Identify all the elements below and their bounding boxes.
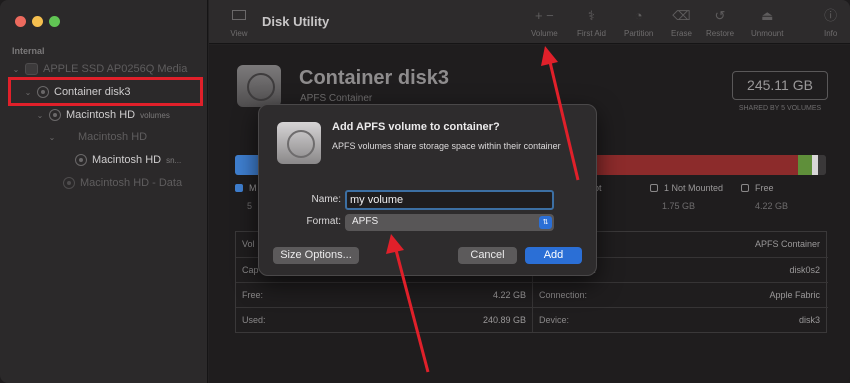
info-label: Used: (242, 315, 266, 325)
legend-value: 5 (247, 201, 253, 211)
sidebar-item-label: Macintosh HD (92, 154, 162, 166)
sidebar-item-macintosh-hd-data[interactable]: Macintosh HD - Data (60, 173, 182, 193)
container-subtitle: APFS Container (300, 93, 373, 104)
toolbar-label: First Aid (577, 29, 606, 38)
erase-button[interactable]: ⌫ Erase (671, 8, 692, 38)
sidebar-item-label: Macintosh HD (78, 131, 148, 143)
name-label: Name: (311, 194, 341, 205)
legend-swatch (741, 184, 749, 192)
info-label: Device: (539, 315, 570, 325)
add-button[interactable]: Add (525, 247, 582, 264)
legend-item: Free (741, 183, 774, 193)
disk-utility-window: Internal ⌄ APPLE SSD AP0256Q Media ⌄ Con… (0, 0, 850, 383)
toolbar-label: Restore (706, 29, 735, 38)
toolbar-label: Info (824, 29, 838, 38)
sidebar-item-label: Macintosh HD - Data (80, 177, 183, 189)
legend-item: M (235, 183, 257, 193)
sidebar-section-internal: Internal (12, 46, 45, 56)
sidebar-item-macintosh-hd-snapshot[interactable]: Macintosh HD sn... (72, 150, 181, 170)
unmount-button[interactable]: ⏏ Unmount (751, 8, 783, 38)
info-label: Cap (242, 265, 259, 275)
info-label: Connection: (539, 290, 588, 300)
toolbar: View Disk Utility + − Volume ⚕ First Aid… (209, 0, 850, 44)
legend-swatch (235, 184, 243, 192)
legend-label: M (249, 183, 257, 193)
sidebar-item-macintosh-hd-volumes[interactable]: ⌄ Macintosh HD volumes (34, 105, 170, 125)
info-icon: ⓘ (824, 8, 838, 23)
view-label: View (230, 29, 248, 38)
legend-label: Free (755, 183, 774, 193)
first-aid-button[interactable]: ⚕ First Aid (577, 8, 606, 38)
bar-segment-free (818, 155, 826, 175)
chevron-down-icon[interactable]: ⌄ (46, 133, 58, 142)
toolbar-label: Unmount (751, 29, 784, 38)
internal-drive-icon (25, 63, 38, 75)
sidebar-item-sub: sn... (166, 155, 182, 165)
container-title: Container disk3 (299, 67, 450, 89)
restore-icon: ↺ (714, 8, 726, 23)
restore-button[interactable]: ↺ Restore (706, 8, 734, 38)
info-value: disk3 (798, 315, 820, 325)
legend-swatch (650, 184, 658, 192)
close-window-button[interactable] (15, 16, 26, 27)
minimize-window-button[interactable] (32, 16, 43, 27)
info-value: disk0s2 (789, 265, 820, 275)
legend-label: 1 Not Mounted (664, 183, 724, 193)
volume-group-icon (49, 109, 61, 121)
toolbar-label: Volume (531, 29, 558, 38)
table-row: Used: 240.89 GB Device: disk3 (236, 307, 828, 332)
pie-icon: ◔ (634, 8, 643, 23)
container-disk-icon (237, 65, 281, 107)
partition-button[interactable]: ◔ Partition (624, 8, 653, 38)
chevron-updown-icon: ⇅ (539, 216, 552, 229)
capacity-caption: SHARED BY 5 VOLUMES (738, 105, 822, 112)
toolbar-label: Erase (671, 29, 692, 38)
eject-icon: ⏏ (761, 8, 774, 23)
format-select[interactable]: APFS ⇅ (345, 214, 554, 231)
erase-icon: ⌫ (672, 8, 691, 23)
disk-icon (277, 122, 321, 164)
plus-minus-icon: + − (534, 8, 554, 23)
chevron-down-icon[interactable]: ⌄ (34, 111, 46, 120)
window-title: Disk Utility (262, 14, 330, 29)
info-value: 240.89 GB (482, 315, 526, 325)
info-value: 4.22 GB (492, 290, 526, 300)
sidebar-item-label: APPLE SSD AP0256Q Media (43, 63, 188, 75)
info-label: Vol (242, 239, 255, 249)
format-label: Format: (306, 216, 341, 227)
cancel-button[interactable]: Cancel (458, 247, 517, 264)
dialog-message: APFS volumes share storage space within … (332, 141, 561, 151)
toolbar-label: Partition (624, 29, 654, 38)
zoom-window-button[interactable] (49, 16, 60, 27)
legend-value: 4.22 GB (755, 201, 789, 211)
table-row: Free: 4.22 GB Connection: Apple Fabric (236, 282, 828, 307)
volume-icon (63, 177, 75, 189)
size-options-button[interactable]: Size Options... (273, 247, 359, 264)
dialog-title: Add APFS volume to container? (332, 121, 500, 133)
legend-item: 1 Not Mounted (650, 183, 723, 193)
format-value: APFS (352, 216, 379, 227)
sidebar: Internal ⌄ APPLE SSD AP0256Q Media ⌄ Con… (0, 0, 208, 383)
add-volume-dialog: Add APFS volume to container? APFS volum… (258, 104, 597, 276)
volume-button[interactable]: + − Volume (531, 8, 558, 38)
sidebar-item-macintosh-hd[interactable]: ⌄ Macintosh HD (46, 127, 147, 147)
volume-name-field[interactable] (345, 190, 554, 210)
bar-segment-other (798, 155, 812, 175)
info-label: Free: (242, 290, 264, 300)
stethoscope-icon: ⚕ (587, 8, 595, 23)
view-button[interactable]: View (225, 10, 253, 38)
info-value: Apple Fabric (769, 290, 820, 300)
chevron-down-icon[interactable]: ⌄ (10, 65, 22, 74)
volume-icon (75, 154, 87, 166)
annotation-highlight-box (8, 77, 203, 106)
info-button[interactable]: ⓘ Info (824, 8, 837, 38)
legend-value: 1.75 GB (662, 201, 696, 211)
info-value: APFS Container (754, 239, 820, 249)
sidebar-item-apple-ssd[interactable]: ⌄ APPLE SSD AP0256Q Media (10, 59, 187, 79)
sidebar-view-icon (232, 10, 246, 20)
capacity-value: 245.11 GB (732, 71, 828, 100)
sidebar-item-sub: volumes (140, 110, 170, 120)
sidebar-item-label: Macintosh HD (66, 109, 136, 121)
